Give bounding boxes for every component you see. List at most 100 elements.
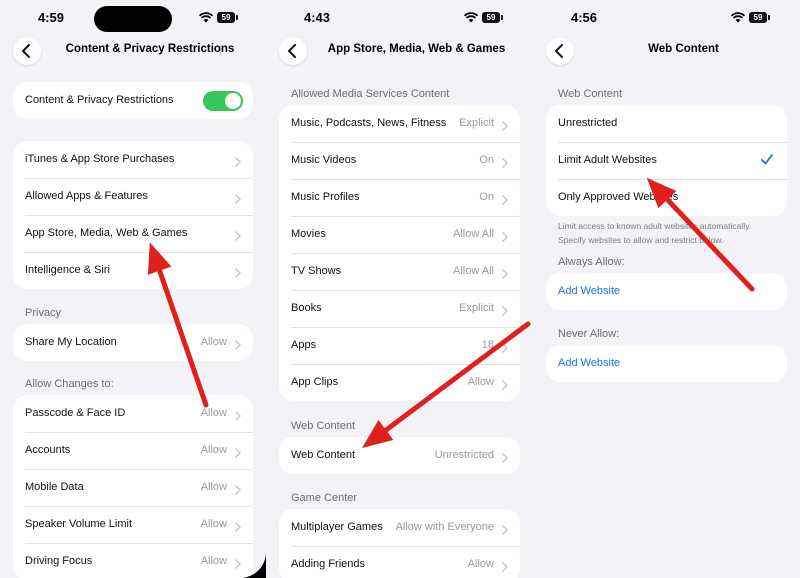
row-value: Allow	[200, 444, 227, 456]
row-adding-friends[interactable]: Adding Friends Allow	[279, 546, 520, 578]
nav-bar: Content & Privacy Restrictions	[0, 37, 266, 65]
row-web-content[interactable]: Web Content Unrestricted	[279, 437, 520, 474]
section-header-game-center: Game Center	[291, 492, 358, 504]
chevron-right-icon	[235, 445, 241, 458]
status-time: 4:43	[304, 10, 331, 25]
chevron-left-icon	[555, 44, 563, 58]
chevron-left-icon	[22, 44, 30, 58]
battery-icon: 59	[217, 12, 238, 23]
row-books[interactable]: Books Explicit	[279, 290, 520, 327]
chevron-right-icon	[235, 191, 241, 204]
chevron-right-icon	[502, 303, 508, 316]
page-title: Content & Privacy Restrictions	[65, 43, 235, 55]
toggle-row-label: Content & Privacy Restrictions	[25, 94, 174, 106]
page-title: App Store, Media, Web & Games	[327, 43, 506, 55]
row-label: Movies	[291, 228, 326, 240]
row-label: Accounts	[25, 444, 71, 456]
row-label: Allowed Apps & Features	[25, 190, 148, 202]
chevron-right-icon	[502, 266, 508, 279]
row-tv-shows[interactable]: TV Shows Allow All	[279, 253, 520, 290]
row-label: Music Profiles	[291, 191, 360, 203]
footnote-text: Limit access to known adult websites aut…	[558, 221, 752, 245]
section-header-allow-changes: Allow Changes to:	[25, 378, 114, 390]
row-driving-focus[interactable]: Driving Focus Allow	[13, 543, 253, 578]
status-bar: 4:56 59	[533, 10, 800, 28]
row-label: iTunes & App Store Purchases	[25, 153, 175, 165]
row-value: Allow	[200, 407, 227, 419]
back-button[interactable]	[279, 37, 307, 65]
option-unrestricted[interactable]: Unrestricted	[546, 105, 787, 142]
web-group: Web Content Unrestricted	[279, 437, 520, 474]
section-header-media: Allowed Media Services Content	[291, 88, 450, 100]
option-only-approved-websites[interactable]: Only Approved Websites	[546, 179, 787, 216]
game-group: Multiplayer Games Allow with Everyone Addi…	[279, 509, 520, 578]
row-passcode-face-id[interactable]: Passcode & Face ID Allow	[13, 395, 253, 432]
row-value: Allow	[200, 481, 227, 493]
row-value: Allow All	[453, 228, 494, 240]
row-label: Web Content	[291, 449, 356, 461]
row-share-my-location[interactable]: Share My Location Allow	[13, 324, 253, 361]
back-button[interactable]	[546, 37, 574, 65]
add-website-always-allow-button[interactable]: Add Website	[546, 273, 787, 310]
chevron-right-icon	[235, 265, 241, 278]
row-value: Unrestricted	[434, 449, 494, 461]
row-label: Driving Focus	[25, 555, 93, 567]
chevron-right-icon	[502, 229, 508, 242]
add-website-never-allow-button[interactable]: Add Website	[546, 345, 787, 382]
nav-bar: App Store, Media, Web & Games	[266, 37, 533, 65]
media-group: Music, Podcasts, News, Fitness Explicit Mu…	[279, 105, 520, 401]
row-value: Allow	[200, 555, 227, 567]
row-value: On	[479, 154, 494, 166]
row-speaker-volume-limit[interactable]: Speaker Volume Limit Allow	[13, 506, 253, 543]
add-website-label: Add Website	[558, 357, 621, 369]
row-label: Share My Location	[25, 336, 117, 348]
chevron-right-icon	[502, 340, 508, 353]
row-label: Apps	[291, 339, 317, 351]
row-value: On	[479, 191, 494, 203]
row-label: Music, Podcasts, News, Fitness	[291, 117, 447, 129]
settings-group: iTunes & App Store Purchases Allowed Apps…	[13, 141, 253, 289]
row-accounts[interactable]: Accounts Allow	[13, 432, 253, 469]
chevron-right-icon	[502, 450, 508, 463]
back-button[interactable]	[13, 37, 41, 65]
row-movies[interactable]: Movies Allow All	[279, 216, 520, 253]
dynamic-island	[94, 6, 172, 32]
row-music-videos[interactable]: Music Videos On	[279, 142, 520, 179]
row-allowed-apps-features[interactable]: Allowed Apps & Features	[13, 178, 253, 215]
chevron-right-icon	[235, 482, 241, 495]
row-label: Books	[291, 302, 322, 314]
row-itunes-app-store-purchases[interactable]: iTunes & App Store Purchases	[13, 141, 253, 178]
chevron-right-icon	[235, 519, 241, 532]
row-intelligence-siri[interactable]: Intelligence & Siri	[13, 252, 253, 289]
row-apps[interactable]: Apps 18	[279, 327, 520, 364]
screen-web-content: 4:56 59 Web Content Web Content Unrestri…	[533, 0, 800, 578]
wifi-icon	[199, 12, 213, 23]
row-music-profiles[interactable]: Music Profiles On	[279, 179, 520, 216]
option-limit-adult-websites[interactable]: Limit Adult Websites	[546, 142, 787, 179]
row-mobile-data[interactable]: Mobile Data Allow	[13, 469, 253, 506]
chevron-right-icon	[502, 522, 508, 535]
always-allow-group: Add Website	[546, 273, 787, 310]
allow-changes-group: Passcode & Face ID Allow Accounts Allow Mobi…	[13, 395, 253, 578]
chevron-right-icon	[502, 118, 508, 131]
status-time: 4:59	[38, 10, 65, 25]
row-value: Allow	[200, 336, 227, 348]
row-app-store-media-web-games[interactable]: App Store, Media, Web & Games	[13, 215, 253, 252]
row-multiplayer-games[interactable]: Multiplayer Games Allow with Everyone	[279, 509, 520, 546]
add-website-label: Add Website	[558, 285, 621, 297]
section-header-privacy: Privacy	[25, 307, 62, 319]
row-label: Music Videos	[291, 154, 357, 166]
chevron-right-icon	[235, 154, 241, 167]
chevron-right-icon	[235, 337, 241, 350]
battery-icon: 59	[482, 12, 503, 23]
section-header-always-allow: Always Allow:	[558, 256, 625, 268]
content-privacy-toggle[interactable]	[203, 91, 243, 111]
row-music-podcasts-news-fitness[interactable]: Music, Podcasts, News, Fitness Explicit	[279, 105, 520, 142]
section-header-web-content: Web Content	[558, 88, 623, 100]
toggle-row: Content & Privacy Restrictions	[13, 82, 253, 119]
chevron-right-icon	[502, 155, 508, 168]
row-value: Allow	[467, 558, 494, 570]
option-label: Only Approved Websites	[558, 191, 679, 203]
row-app-clips[interactable]: App Clips Allow	[279, 364, 520, 401]
chevron-right-icon	[502, 559, 508, 572]
